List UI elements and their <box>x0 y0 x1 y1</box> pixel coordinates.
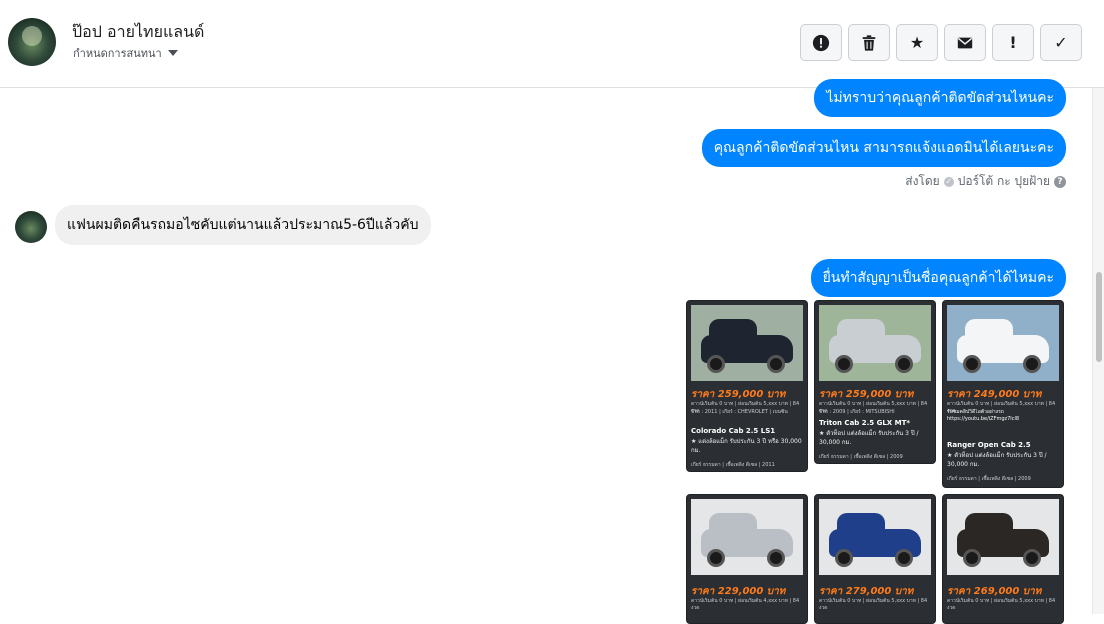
image-attachment[interactable]: ราคา 259,000 บาท ดาวน์เริ่มต้น 0 บาท | ผ… <box>686 300 808 472</box>
envelope-icon <box>957 37 973 48</box>
car-photo <box>947 499 1059 575</box>
scrollbar[interactable] <box>1092 88 1104 614</box>
contact-name[interactable]: ป๊อป อายไทยแลนด์ <box>72 20 204 45</box>
car-photo <box>691 499 803 575</box>
conversation-settings-dropdown[interactable]: กำหนดการสนทนา <box>73 44 178 62</box>
footer-text: เกียร์ ธรรมดา | เชื้อเพลิง ดีเซล | 2011 <box>691 462 775 468</box>
model-text: Ranger Open Cab 2.5 <box>947 441 1031 449</box>
conversation-settings-label: กำหนดการสนทนา <box>73 47 162 60</box>
installment-text: ดาวน์เริ่มต้น 0 บาท | ผ่อนเริ่มต้น 5,xxx… <box>947 598 1056 611</box>
video-link-text[interactable]: รับชมคลิปวิดีโอตัวอย่างรถ https://youtu.… <box>947 409 1059 430</box>
description-text: ★ แต่งล้อแม็ก รับประกัน 3 ปี หรือ 30,000… <box>691 438 802 454</box>
message-bubble-outgoing[interactable]: ไม่ทราบว่าคุณลูกค้าติดขัดส่วนไหนคะ <box>814 79 1066 117</box>
star-button[interactable]: ★ <box>896 24 938 61</box>
installment-text: ดาวน์เริ่มต้น 0 บาท | ผ่อนเริ่มต้น 5,xxx… <box>819 598 928 611</box>
model-text: Triton Cab 2.5 GLX MT* <box>819 419 911 427</box>
exclamation-icon: ! <box>1009 33 1017 52</box>
message-bubble-outgoing[interactable]: ยื่นทำสัญญาเป็นชื่อคุณลูกค้าได้ไหมคะ <box>810 259 1066 297</box>
mark-unread-button[interactable] <box>944 24 986 61</box>
conversation-header: ป๊อป อายไทยแลนด์ กำหนดการสนทนา ★ ! ✓ <box>0 0 1104 88</box>
price-text: ราคา 269,000 บาท <box>947 586 1042 597</box>
car-photo <box>819 499 931 575</box>
image-attachment[interactable]: ราคา 249,000 บาท ดาวน์เริ่มต้น 0 บาท | ผ… <box>942 300 1064 488</box>
price-text: ราคา 259,000 บาท <box>691 389 786 400</box>
message-bubble-outgoing[interactable]: คุณลูกค้าติดขัดส่วนไหน สามารถแจ้งแอดมินไ… <box>701 129 1066 167</box>
description-text: ★ ตัวท็อป แต่งล้อแม็ก รับประกัน 3 ปี / 3… <box>947 452 1047 468</box>
caret-down-icon <box>167 50 178 56</box>
message-bubble-incoming[interactable]: แฟนผมติดคืนรถมอไซคับแต่นานแล้วประมาณ5-6ป… <box>55 205 431 245</box>
image-attachment[interactable]: ราคา 229,000 บาท ดาวน์เริ่มต้น 0 บาท | ผ… <box>686 494 808 624</box>
flag-button[interactable]: ! <box>992 24 1034 61</box>
car-photo <box>691 305 803 381</box>
price-text: ราคา 259,000 บาท <box>819 389 914 400</box>
trash-icon <box>862 34 876 51</box>
scrollbar-thumb[interactable] <box>1096 272 1102 362</box>
price-text: ราคา 229,000 บาท <box>691 586 786 597</box>
footer-text: เกียร์ ธรรมดา | เชื้อเพลิง ดีเซล | 2009 <box>947 476 1031 482</box>
alert-circle-icon <box>812 34 830 51</box>
delete-button[interactable] <box>848 24 890 61</box>
contact-avatar[interactable] <box>8 18 56 66</box>
toolbar: ★ ! ✓ <box>800 24 1082 61</box>
price-text: ราคา 279,000 บาท <box>819 586 914 597</box>
image-attachment[interactable]: ราคา 269,000 บาท ดาวน์เริ่มต้น 0 บาท | ผ… <box>942 494 1064 624</box>
model-text: Colorado Cab 2.5 LS1 <box>691 427 776 435</box>
footer-text: เกียร์ ธรรมดา | เชื้อเพลิง ดีเซล | 2009 <box>819 454 903 460</box>
car-photo <box>947 305 1059 381</box>
installment-text: ดาวน์เริ่มต้น 0 บาท | ผ่อนเริ่มต้น 4,xxx… <box>691 598 800 611</box>
sender-avatar[interactable] <box>15 211 47 243</box>
car-photo <box>819 305 931 381</box>
sent-by-name[interactable]: ปอร์โต้ กะ ปุยฝ้าย <box>958 172 1050 191</box>
image-attachment[interactable]: ราคา 259,000 บาท ดาวน์เริ่มต้น 0 บาท | ผ… <box>814 300 936 464</box>
checkmark-icon: ✓ <box>1054 33 1068 52</box>
description-text: ★ ตัวท็อป แต่งล้อแม็ก รับประกัน 3 ปี / 3… <box>819 430 919 446</box>
mark-spam-button[interactable] <box>800 24 842 61</box>
price-text: ราคา 249,000 บาท <box>947 389 1042 400</box>
spec-text: ปีรถ : 2009 | เกียร์ : MITSUBISHI <box>819 409 895 415</box>
sent-by-info: ส่งโดย ✓ ปอร์โต้ กะ ปุยฝ้าย ? <box>905 172 1066 191</box>
sent-by-label: ส่งโดย <box>905 174 940 188</box>
spec-text: ปีรถ : 2011 | เกียร์ : CHEVROLET | เบนซิ… <box>691 409 788 415</box>
verified-icon: ✓ <box>943 176 954 187</box>
help-icon[interactable]: ? <box>1054 175 1066 188</box>
mark-done-button[interactable]: ✓ <box>1040 24 1082 61</box>
image-attachment[interactable]: ราคา 279,000 บาท ดาวน์เริ่มต้น 0 บาท | ผ… <box>814 494 936 624</box>
star-icon: ★ <box>909 33 925 52</box>
